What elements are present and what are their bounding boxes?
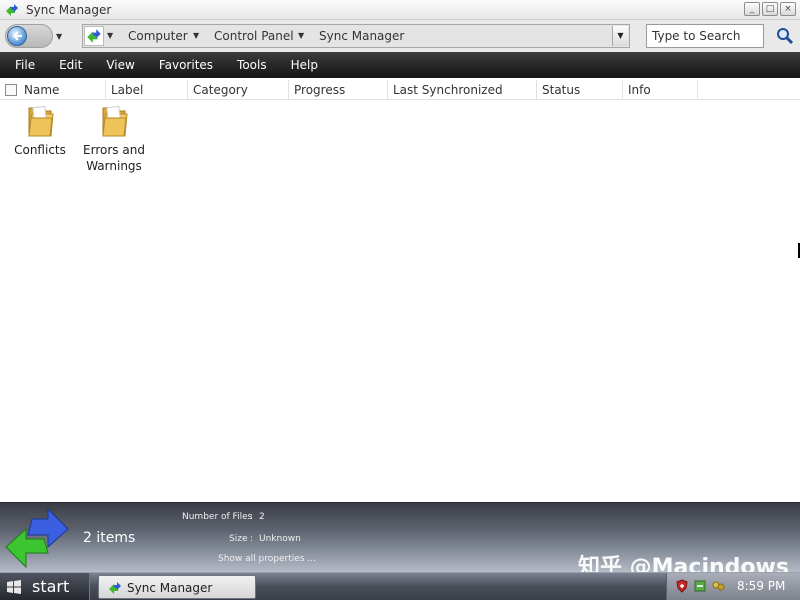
search-input[interactable]: Type to Search	[646, 24, 764, 48]
file-list-area: Conflicts Errors and Warnings	[0, 101, 800, 501]
column-category[interactable]: Category	[188, 80, 289, 100]
windows-logo-icon	[7, 580, 21, 594]
size-separator: :	[250, 534, 254, 544]
folder-item-errors-and-warnings[interactable]: Errors and Warnings	[78, 104, 150, 174]
folder-label-line-1: Errors and	[83, 143, 145, 157]
system-tray: 8:59 PM	[666, 573, 800, 600]
column-label[interactable]: Label	[106, 80, 188, 100]
folder-label-line-2: Warnings	[86, 159, 142, 173]
breadcrumb-sync-manager[interactable]: Sync Manager	[319, 29, 404, 43]
menu-edit[interactable]: Edit	[47, 58, 94, 72]
size-label: Size	[229, 534, 248, 544]
title-bar: Sync Manager _ □ ×	[0, 0, 800, 20]
taskbar-item-sync-manager[interactable]: Sync Manager	[98, 575, 256, 599]
column-status[interactable]: Status	[537, 80, 623, 100]
folder-label: Conflicts	[14, 143, 66, 157]
menu-tools[interactable]: Tools	[225, 58, 279, 72]
show-all-properties-link[interactable]: Show all properties ...	[218, 554, 316, 564]
start-button[interactable]: start	[0, 573, 90, 600]
chevron-down-icon[interactable]: ▼	[298, 31, 304, 40]
search-icon[interactable]	[776, 27, 794, 45]
security-shield-icon[interactable]	[675, 579, 689, 593]
column-info[interactable]: Info	[623, 80, 698, 100]
menu-file[interactable]: File	[0, 58, 47, 72]
sync-arrows-icon	[5, 507, 69, 569]
network-tray-icon[interactable]	[711, 579, 725, 593]
chevron-down-icon[interactable]: ▼	[107, 31, 113, 40]
size-value: Unknown	[259, 534, 301, 544]
taskbar: start Sync Manager 8:59 PM	[0, 572, 800, 600]
sync-tray-icon[interactable]	[693, 579, 707, 593]
breadcrumb-control-panel[interactable]: Control Panel	[214, 29, 294, 43]
folder-icon	[28, 105, 54, 137]
menu-view[interactable]: View	[94, 58, 146, 72]
window-title: Sync Manager	[26, 3, 112, 17]
maximize-button[interactable]: □	[762, 2, 778, 16]
window-controls: _ □ ×	[744, 2, 796, 16]
column-header-row: Name Label Category Progress Last Synchr…	[0, 80, 800, 100]
back-arrow-icon	[7, 26, 27, 46]
files-label: Number of Files	[182, 512, 253, 522]
menu-bar: File Edit View Favorites Tools Help	[0, 52, 800, 78]
location-sync-icon	[84, 26, 104, 46]
menu-help[interactable]: Help	[279, 58, 330, 72]
chevron-down-icon[interactable]: ▼	[193, 31, 199, 40]
column-name[interactable]: Name	[0, 80, 106, 100]
breadcrumb-computer[interactable]: Computer	[128, 29, 188, 43]
back-button[interactable]	[5, 24, 53, 48]
folder-item-conflicts[interactable]: Conflicts	[4, 104, 76, 158]
history-dropdown-icon[interactable]: ▼	[56, 32, 62, 41]
address-dropdown-icon[interactable]: ▼	[612, 26, 628, 46]
select-all-checkbox[interactable]	[5, 84, 17, 96]
files-separator: :	[250, 512, 254, 522]
minimize-button[interactable]: _	[744, 2, 760, 16]
address-bar[interactable]: ▼ Computer ▼ Control Panel ▼ Sync Manage…	[82, 24, 630, 48]
close-button[interactable]: ×	[780, 2, 796, 16]
sync-app-icon	[6, 4, 18, 16]
column-name-label: Name	[24, 83, 60, 97]
column-last-synchronized[interactable]: Last Synchronized	[388, 80, 537, 100]
files-value: 2	[259, 512, 265, 522]
clock: 8:59 PM	[737, 579, 786, 593]
folder-icon	[102, 105, 128, 137]
taskbar-item-label: Sync Manager	[127, 581, 213, 595]
item-count: 2 items	[83, 530, 136, 546]
sync-app-icon	[109, 582, 121, 594]
start-label: start	[32, 577, 70, 596]
address-row: ▼ ▼ Computer ▼ Control Panel ▼ Sync Mana…	[0, 20, 800, 52]
menu-favorites[interactable]: Favorites	[147, 58, 225, 72]
column-progress[interactable]: Progress	[289, 80, 388, 100]
